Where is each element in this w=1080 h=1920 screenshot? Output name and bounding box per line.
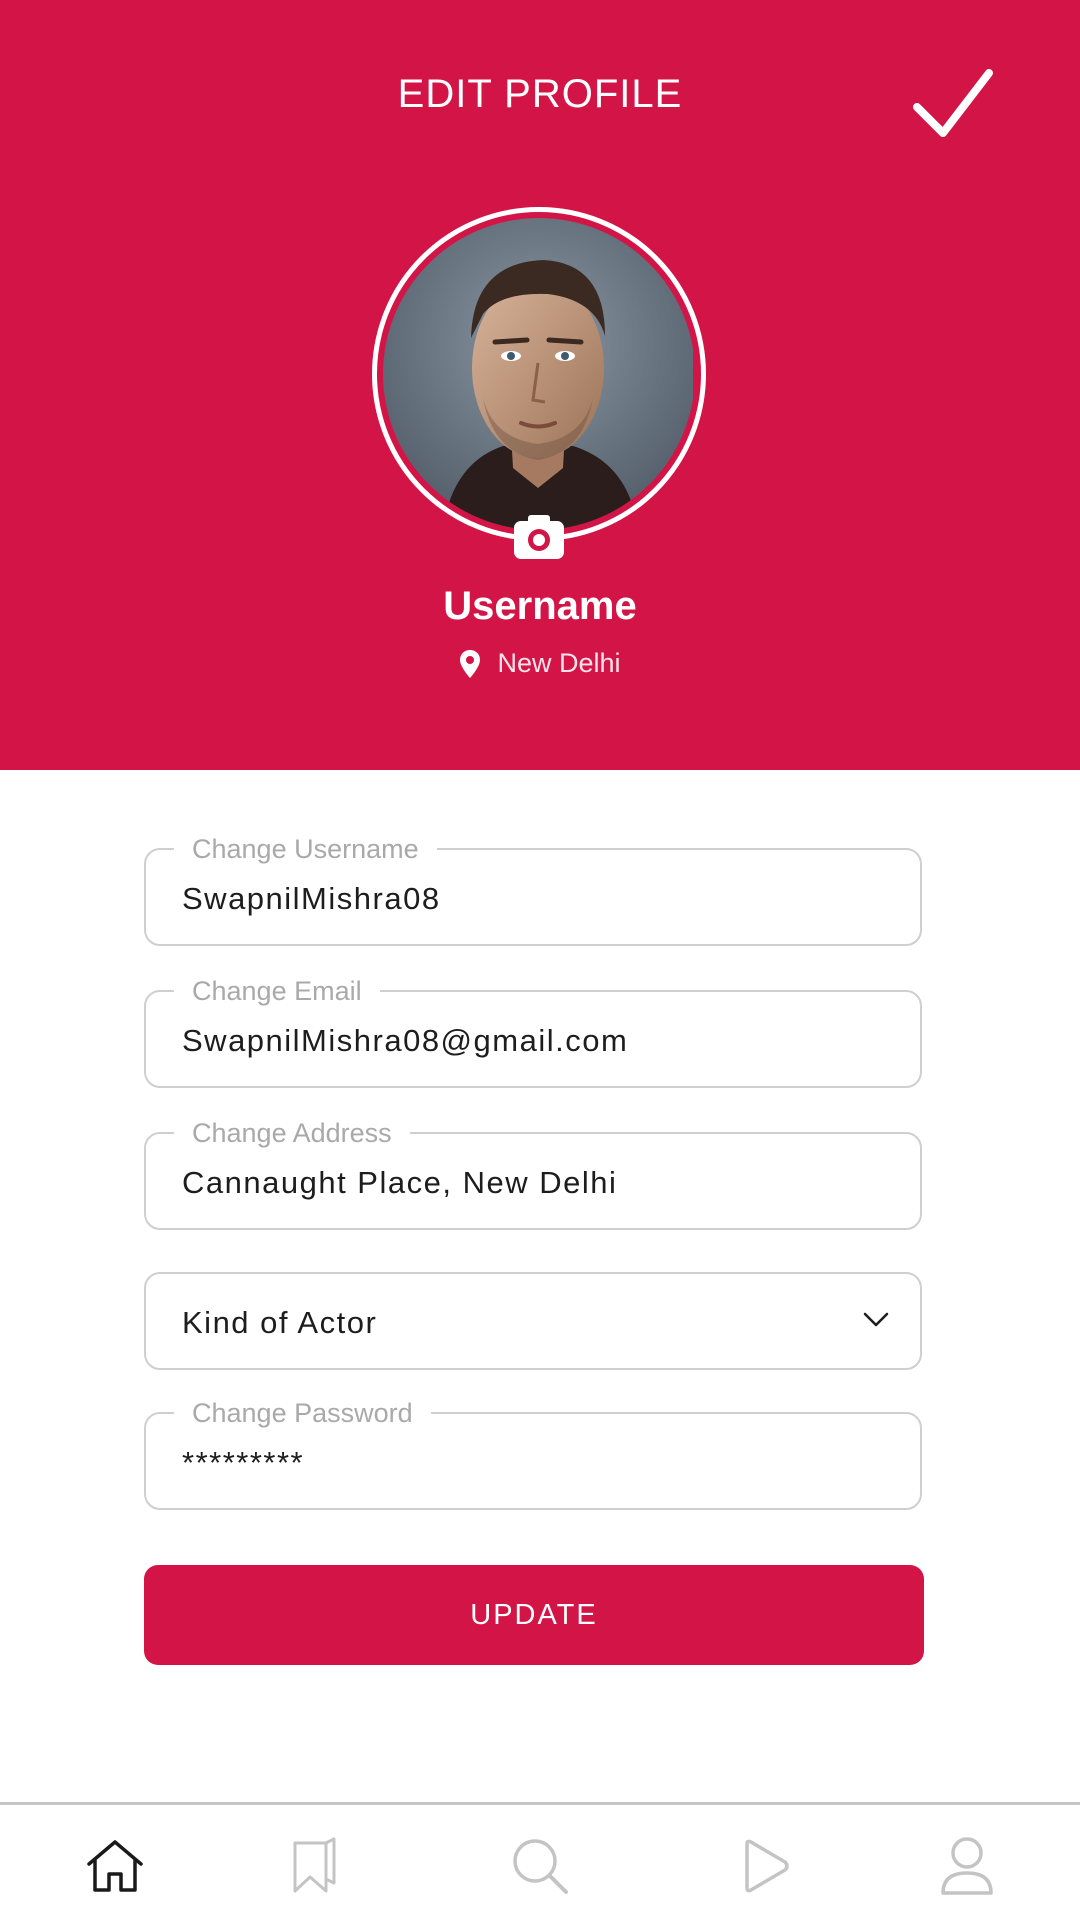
actor-kind-value: Kind of Actor [182, 1305, 378, 1340]
address-field-label: Change Address [174, 1117, 410, 1149]
password-input[interactable]: ********* [182, 1445, 304, 1481]
address-input[interactable]: Cannaught Place, New Delhi [182, 1165, 617, 1201]
location-text: New Delhi [497, 648, 621, 678]
password-field[interactable]: Change Password ********* [144, 1397, 922, 1510]
username-input[interactable]: SwapnilMishra08 [182, 881, 441, 917]
home-icon [87, 1840, 143, 1892]
email-field-label: Change Email [174, 975, 380, 1007]
profile-header: EDIT PROFILE Username New Delhi [0, 0, 1080, 770]
nav-home[interactable] [80, 1833, 150, 1899]
password-field-label: Change Password [174, 1397, 431, 1429]
avatar-photo [383, 218, 695, 530]
save-checkmark-button[interactable] [905, 55, 1000, 150]
actor-kind-select[interactable]: Kind of Actor [144, 1272, 922, 1370]
change-photo-button[interactable] [512, 513, 566, 561]
search-icon [513, 1839, 568, 1894]
nav-play[interactable] [730, 1833, 800, 1899]
chevron-down-icon [863, 1312, 889, 1327]
bookmark-icon [293, 1837, 336, 1893]
avatar[interactable] [372, 207, 706, 541]
profile-username: Username [443, 584, 637, 628]
username-field-label: Change Username [174, 833, 437, 865]
email-input[interactable]: SwapnilMishra08@gmail.com [182, 1023, 628, 1059]
location-pin-icon [460, 649, 481, 678]
username-field[interactable]: Change Username SwapnilMishra08 [144, 833, 922, 946]
nav-bookmarks[interactable] [280, 1833, 350, 1899]
bottom-nav [0, 1802, 1080, 1920]
profile-icon [941, 1837, 993, 1895]
update-button[interactable]: UPDATE [144, 1565, 924, 1665]
checkmark-icon [913, 69, 993, 137]
email-field[interactable]: Change Email SwapnilMishra08@gmail.com [144, 975, 922, 1088]
camera-icon [514, 515, 564, 559]
address-field[interactable]: Change Address Cannaught Place, New Delh… [144, 1117, 922, 1230]
nav-profile[interactable] [932, 1833, 1002, 1899]
play-icon [745, 1839, 789, 1893]
profile-location: New Delhi [0, 648, 1080, 679]
nav-search[interactable] [505, 1833, 575, 1899]
